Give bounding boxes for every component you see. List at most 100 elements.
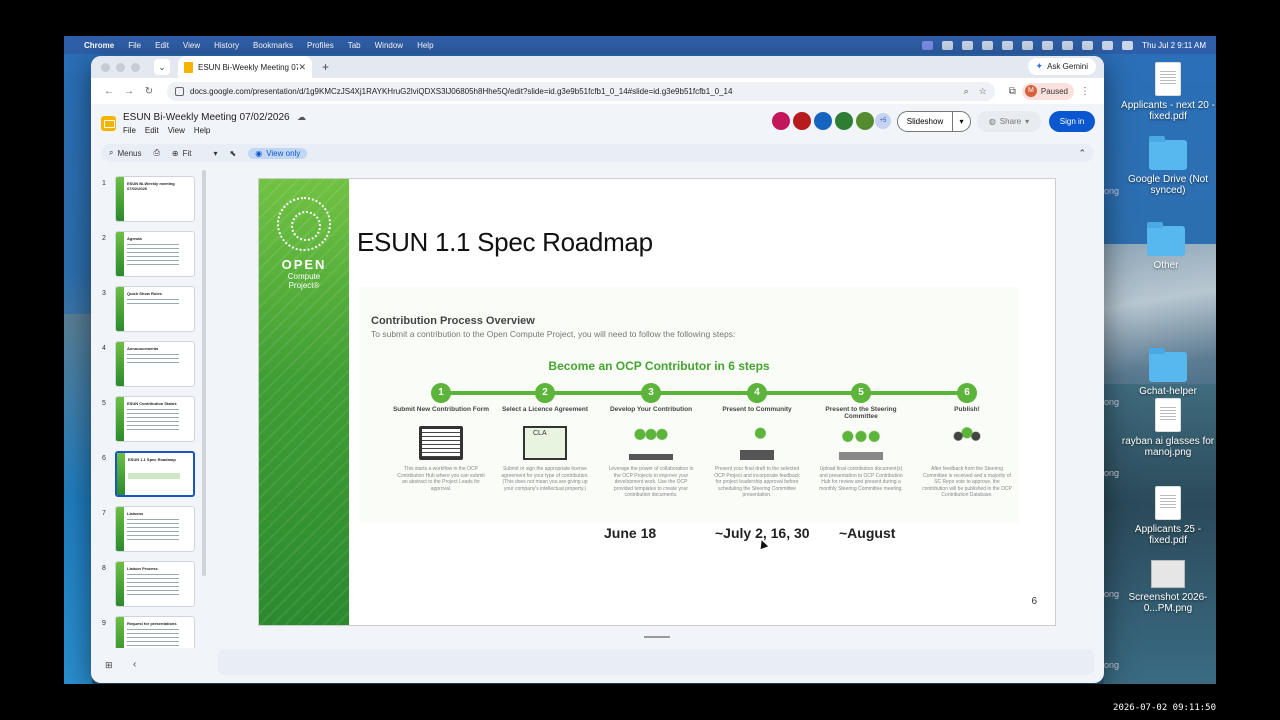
cloud-status-icon[interactable]: ☁ — [297, 112, 306, 123]
collaborator-avatar[interactable] — [835, 112, 853, 130]
zoom-lens-icon[interactable]: ⌕ — [964, 86, 969, 97]
new-tab-button[interactable]: + — [322, 60, 329, 74]
sync-icon[interactable] — [1002, 40, 1014, 50]
ask-gemini-button[interactable]: ✦ Ask Gemini — [1027, 58, 1096, 75]
cla-document-icon — [523, 426, 567, 460]
menu-profiles[interactable]: Profiles — [307, 41, 334, 50]
audio-icon[interactable] — [1022, 40, 1034, 50]
doc-title[interactable]: ESUN Bi-Weekly Meeting 07/02/2026 — [123, 112, 290, 123]
doc-menu-edit[interactable]: Edit — [145, 126, 159, 135]
step-6: 6 Publish! After feedback from the Steer… — [917, 383, 1017, 499]
date-label-june: June 18 — [604, 525, 657, 541]
slide-thumbnail-4[interactable]: 4 Announcements — [91, 341, 209, 391]
menu-view[interactable]: View — [183, 41, 200, 50]
more-collaborators-badge[interactable]: +5 — [875, 113, 891, 129]
wifi-icon[interactable] — [1082, 40, 1094, 50]
slide-thumbnail-9[interactable]: 9 Request for presentations — [91, 616, 209, 648]
desktop-file-applicants-25[interactable]: Applicants 25 - fixed.pdf — [1118, 486, 1216, 546]
doc-menu-help[interactable]: Help — [194, 126, 210, 135]
doc-menu-view[interactable]: View — [168, 126, 185, 135]
sign-in-button[interactable]: Sign in — [1049, 111, 1095, 132]
url-text: docs.google.com/presentation/d/1g9KMCzJS… — [190, 86, 733, 96]
minimize-window-button[interactable] — [116, 62, 125, 72]
slide-thumbnail-7[interactable]: 7 Liaisons — [91, 506, 209, 556]
step-3: 3 Develop Your Contribution Leverage the… — [601, 383, 701, 499]
slide-thumbnail-1[interactable]: 1 ESUN Bi-Weekly meeting 07/02/2026 — [91, 176, 209, 226]
share-button[interactable]: ◍ Share ▾ — [977, 111, 1041, 132]
menu-app-chrome[interactable]: Chrome — [84, 41, 114, 50]
cloud-icon[interactable] — [962, 40, 974, 50]
profile-paused-button[interactable]: M Paused — [1021, 82, 1074, 100]
vpn-icon[interactable] — [1042, 40, 1054, 50]
menubar-clock[interactable]: Thu Jul 2 9:11 AM — [1142, 41, 1206, 50]
wallpaper-lake — [64, 314, 92, 684]
collaborator-avatar[interactable] — [814, 112, 832, 130]
collaborator-avatar[interactable] — [793, 112, 811, 130]
bookmark-star-icon[interactable]: ☆ — [979, 86, 987, 97]
folder-icon — [1149, 348, 1187, 382]
reload-icon[interactable]: ↻ — [139, 86, 159, 97]
collaborator-avatar[interactable] — [856, 112, 874, 130]
desktop-file-applicants-next-20[interactable]: Applicants - next 20 - fixed.pdf — [1118, 62, 1216, 122]
desktop-partial-label: ong — [1104, 397, 1120, 407]
speaker-notes-bar[interactable] — [218, 649, 1094, 675]
menu-file[interactable]: File — [128, 41, 141, 50]
collapse-filmstrip-icon[interactable]: ‹ — [133, 659, 136, 670]
slideshow-dropdown-icon[interactable]: ▾ — [953, 117, 970, 126]
date-label-august: ~August — [839, 525, 896, 541]
zoom-icon[interactable] — [942, 40, 954, 50]
desktop-folder-gchat-helper[interactable]: Gchat-helper — [1118, 348, 1216, 397]
slide-thumbnail-5[interactable]: 5 ESUN Contribution Status — [91, 396, 209, 446]
close-window-button[interactable] — [101, 62, 110, 72]
grid-tray-icon[interactable] — [982, 40, 994, 50]
address-bar[interactable]: docs.google.com/presentation/d/1g9KMCzJS… — [167, 81, 995, 101]
tab-esun-meeting[interactable]: ESUN Bi-Weekly Meeting 07/ ✕ — [178, 56, 312, 78]
spotlight-icon[interactable] — [1102, 40, 1114, 50]
close-tab-icon[interactable]: ✕ — [298, 62, 306, 73]
ocp-burst-icon — [277, 197, 331, 251]
menu-help[interactable]: Help — [417, 41, 433, 50]
menu-bookmarks[interactable]: Bookmarks — [253, 41, 293, 50]
slideshow-button[interactable]: Slideshow ▾ — [897, 111, 971, 132]
collaboration-icon — [629, 426, 673, 460]
control-center-icon[interactable] — [1122, 40, 1134, 50]
slide-title: ESUN 1.1 Spec Roadmap — [357, 227, 653, 257]
menu-edit[interactable]: Edit — [155, 41, 169, 50]
menu-tab[interactable]: Tab — [348, 41, 361, 50]
desktop-file-screenshot[interactable]: Screenshot 2026-0...PM.png — [1118, 560, 1216, 614]
tab-search-button[interactable]: ⌄ — [154, 59, 170, 75]
desktop-folder-other[interactable]: Other — [1116, 222, 1216, 271]
slides-logo-icon[interactable] — [101, 116, 116, 131]
browser-toolbar: ← → ↻ docs.google.com/presentation/d/1g9… — [91, 78, 1104, 104]
slide-thumbnail-3[interactable]: 3 Quick Show Rules — [91, 286, 209, 336]
print-button[interactable]: ⎙ — [154, 148, 160, 158]
grid-view-icon[interactable]: ⊞ — [105, 660, 113, 671]
menu-window[interactable]: Window — [375, 41, 403, 50]
collapse-toolbar-icon[interactable]: ⌃ — [1078, 148, 1086, 159]
doc-menu-file[interactable]: File — [123, 126, 136, 135]
screen-share-icon[interactable] — [922, 40, 934, 50]
slide-thumbnail-8[interactable]: 8 Liaison Process — [91, 561, 209, 611]
view-only-button[interactable]: ◉ View only — [248, 147, 308, 159]
more-menu-icon[interactable]: ⋮ — [1080, 86, 1090, 97]
menu-history[interactable]: History — [214, 41, 239, 50]
desktop-folder-google-drive[interactable]: Google Drive (Not synced) — [1118, 136, 1216, 196]
current-slide[interactable]: OPEN Compute Project® ESUN 1.1 Spec Road… — [258, 178, 1056, 626]
collaborator-avatar[interactable] — [772, 112, 790, 130]
slide-thumbnail-2[interactable]: 2 Agenda — [91, 231, 209, 281]
filmstrip-scrollbar[interactable] — [202, 170, 206, 576]
slide-thumbnail-6[interactable]: 6 ESUN 1.1 Spec Roadmap — [91, 451, 209, 501]
extensions-icon[interactable]: ⧉ — [1009, 86, 1016, 97]
step-1: 1 Submit New Contribution Form This star… — [391, 383, 491, 492]
forward-icon[interactable]: → — [119, 86, 139, 97]
chevron-down-icon: ▾ — [1025, 117, 1030, 126]
desktop-file-rayban[interactable]: rayban ai glasses for manoj.png — [1118, 398, 1216, 458]
back-icon[interactable]: ← — [99, 86, 119, 97]
zoom-select[interactable]: ⊕ Fit ▾ — [172, 149, 218, 158]
select-tool-button[interactable]: ⬉ — [230, 149, 237, 158]
battery-icon[interactable] — [1062, 40, 1074, 50]
zoom-window-button[interactable] — [131, 62, 140, 72]
menus-search-button[interactable]: ⌕ Menus — [109, 148, 142, 158]
speaker-notes-handle[interactable] — [644, 636, 670, 638]
site-info-icon[interactable] — [175, 86, 184, 96]
